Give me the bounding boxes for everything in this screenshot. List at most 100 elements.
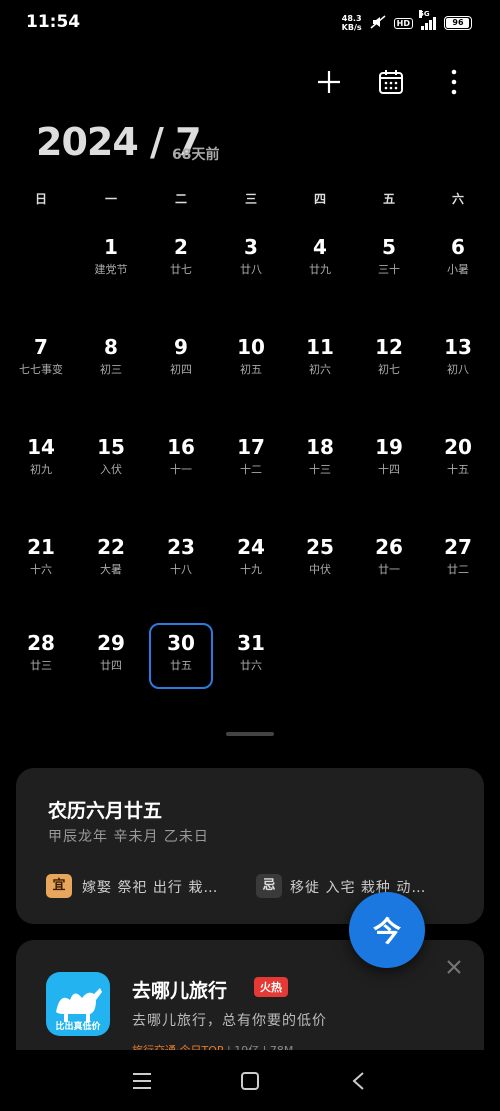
lunar-day-label: 十六 xyxy=(30,563,52,576)
lunar-day-label: 建党节 xyxy=(94,263,128,276)
calendar-day[interactable]: 22 大暑 xyxy=(79,527,143,593)
weekday-label: 日 xyxy=(34,192,47,206)
calendar-icon xyxy=(379,70,403,94)
day-number: 31 xyxy=(237,631,265,655)
lunar-day-label: 廿三 xyxy=(30,659,52,672)
hd-badge: HD xyxy=(393,17,413,29)
calendar-day[interactable]: 4 廿九 xyxy=(288,227,352,293)
lunar-day-label: 十五 xyxy=(447,463,469,476)
day-number: 21 xyxy=(27,535,55,559)
calendar-view-button[interactable] xyxy=(373,64,409,100)
calendar-day[interactable]: 29 廿四 xyxy=(79,623,143,689)
add-event-button[interactable] xyxy=(311,64,347,100)
recent-apps-button[interactable] xyxy=(122,1064,162,1098)
calendar-day[interactable]: 23 十八 xyxy=(149,527,213,593)
calendar-day[interactable]: 2 廿七 xyxy=(149,227,213,293)
lunar-info-card[interactable]: 农历六月廿五 甲辰龙年 辛未月 乙未日 宜 嫁娶 祭祀 出行 栽… 忌 移徙 入… xyxy=(16,768,484,924)
calendar-day[interactable]: 24 十九 xyxy=(219,527,283,593)
day-number: 23 xyxy=(167,535,195,559)
day-number: 19 xyxy=(375,435,403,459)
calendar-day[interactable]: 6 小暑 xyxy=(426,227,490,293)
lunar-day-label: 廿八 xyxy=(240,263,262,276)
calendar-day-selected[interactable]: 30 廿五 xyxy=(149,623,213,689)
day-number: 12 xyxy=(375,335,403,359)
calendar-day[interactable]: 7 七七事变 xyxy=(9,327,73,393)
day-number: 3 xyxy=(244,235,258,259)
day-number: 7 xyxy=(34,335,48,359)
lunar-day-label: 十三 xyxy=(309,463,331,476)
network-speed: 48.3 KB/s xyxy=(341,14,362,32)
home-button[interactable] xyxy=(230,1064,270,1098)
ganzhi-text: 甲辰龙年 辛未月 乙未日 xyxy=(48,829,209,845)
yi-badge: 宜 xyxy=(46,874,72,898)
yi-activities: 嫁娶 祭祀 出行 栽… xyxy=(82,880,219,896)
day-number: 1 xyxy=(104,235,118,259)
day-number: 5 xyxy=(382,235,396,259)
ji-badge: 忌 xyxy=(256,874,282,898)
day-number: 29 xyxy=(97,631,125,655)
lunar-day-label: 廿五 xyxy=(170,659,192,672)
calendar-day[interactable]: 10 初五 xyxy=(219,327,283,393)
day-number: 25 xyxy=(306,535,334,559)
calendar-day[interactable]: 17 十二 xyxy=(219,427,283,493)
calendar-day[interactable]: 18 十三 xyxy=(288,427,352,493)
ad-title: 去哪儿旅行 xyxy=(132,980,228,1002)
calendar-day[interactable]: 20 十五 xyxy=(426,427,490,493)
calendar-day[interactable]: 28 廿三 xyxy=(9,623,73,689)
back-arrow-icon xyxy=(352,1072,364,1090)
calendar-day[interactable]: 19 十四 xyxy=(357,427,421,493)
weekday-label: 三 xyxy=(244,192,257,206)
lunar-day-label: 廿七 xyxy=(170,263,192,276)
calendar-day[interactable]: 15 入伏 xyxy=(79,427,143,493)
lunar-day-label: 初三 xyxy=(100,363,122,376)
day-number: 6 xyxy=(451,235,465,259)
day-number: 24 xyxy=(237,535,265,559)
calendar-day[interactable]: 13 初八 xyxy=(426,327,490,393)
calendar-day[interactable]: 25 中伏 xyxy=(288,527,352,593)
lunar-day-label: 初九 xyxy=(30,463,52,476)
lunar-day-label: 初八 xyxy=(447,363,469,376)
mute-icon xyxy=(370,14,386,33)
lunar-date-title: 农历六月廿五 xyxy=(48,800,163,822)
lunar-day-label: 十一 xyxy=(170,463,192,476)
day-number: 14 xyxy=(27,435,55,459)
calendar-day[interactable]: 16 十一 xyxy=(149,427,213,493)
lunar-day-label: 廿二 xyxy=(447,563,469,576)
lunar-day-label: 初五 xyxy=(240,363,262,376)
calendar-day[interactable]: 5 三十 xyxy=(357,227,421,293)
calendar-day[interactable]: 1 建党节 xyxy=(79,227,143,293)
day-number: 27 xyxy=(444,535,472,559)
calendar-day[interactable]: 26 廿一 xyxy=(357,527,421,593)
calendar-day[interactable]: 27 廿二 xyxy=(426,527,490,593)
day-number: 15 xyxy=(97,435,125,459)
weekday-label: 一 xyxy=(104,192,117,206)
days-ago-label: 68天前 xyxy=(172,147,220,163)
calendar-day[interactable]: 9 初四 xyxy=(149,327,213,393)
calendar-day[interactable]: 12 初七 xyxy=(357,327,421,393)
weekday-label: 四 xyxy=(313,192,326,206)
day-number: 30 xyxy=(167,631,195,655)
signal-icon: 5G xyxy=(419,10,436,30)
weekday-label: 六 xyxy=(451,192,464,206)
today-button[interactable]: 今 xyxy=(349,892,425,968)
drag-handle[interactable] xyxy=(226,732,274,736)
day-number: 13 xyxy=(444,335,472,359)
ji-activities: 移徙 入宅 栽种 动… xyxy=(290,880,427,896)
back-button[interactable] xyxy=(338,1064,378,1098)
lunar-day-label: 中伏 xyxy=(309,563,331,576)
calendar-day[interactable]: 31 廿六 xyxy=(219,623,283,689)
calendar-day[interactable]: 3 廿八 xyxy=(219,227,283,293)
close-icon[interactable] xyxy=(446,956,462,980)
lunar-day-label: 廿四 xyxy=(100,659,122,672)
day-number: 4 xyxy=(313,235,327,259)
calendar-day[interactable]: 14 初九 xyxy=(9,427,73,493)
day-number: 22 xyxy=(97,535,125,559)
calendar-day[interactable]: 11 初六 xyxy=(288,327,352,393)
calendar-day[interactable]: 8 初三 xyxy=(79,327,143,393)
home-square-icon xyxy=(241,1072,259,1090)
more-options-button[interactable] xyxy=(436,64,472,100)
hot-badge: 火热 xyxy=(254,977,288,997)
lunar-day-label: 十四 xyxy=(378,463,400,476)
calendar-day[interactable]: 21 十六 xyxy=(9,527,73,593)
day-number: 9 xyxy=(174,335,188,359)
